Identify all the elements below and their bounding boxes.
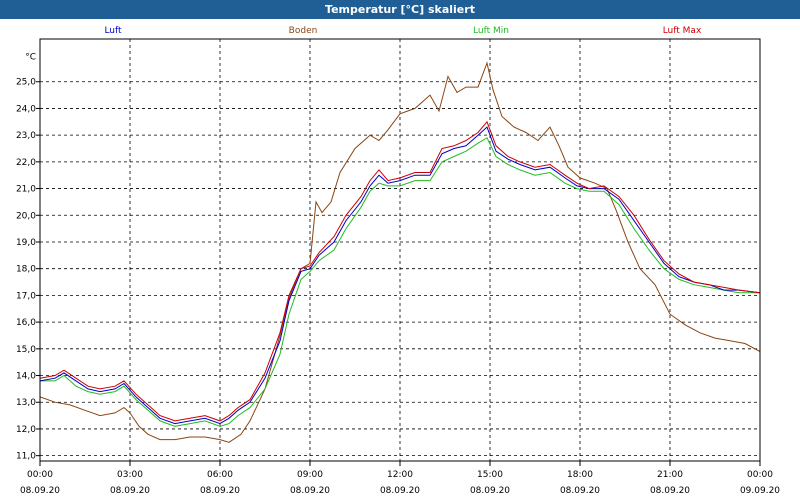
y-tick-label: 19,0 xyxy=(16,238,36,248)
x-tick-label-time: 06:00 xyxy=(207,470,233,480)
legend-item-boden: Boden xyxy=(289,26,318,36)
x-tick-label-time: 21:00 xyxy=(657,470,683,480)
x-tick-label-date: 08.09.20 xyxy=(20,486,60,496)
x-tick-label-date: 09.09.20 xyxy=(740,486,780,496)
x-tick-label-date: 08.09.20 xyxy=(110,486,150,496)
legend-item-luft: Luft xyxy=(104,26,122,36)
y-axis-label: °C xyxy=(25,52,36,62)
legend: Luft Boden Luft Min Luft Max xyxy=(104,26,702,36)
x-tick-label-time: 00:00 xyxy=(747,470,773,480)
y-tick-label: 13,0 xyxy=(16,398,36,408)
y-tick-label: 25,0 xyxy=(16,78,36,88)
x-tick-label-date: 08.09.20 xyxy=(290,486,330,496)
legend-item-luft-min: Luft Min xyxy=(473,26,509,36)
x-tick-label-date: 08.09.20 xyxy=(470,486,510,496)
x-tick-label-date: 08.09.20 xyxy=(560,486,600,496)
y-tick-label: 18,0 xyxy=(16,265,36,275)
y-tick-label: 24,0 xyxy=(16,104,36,114)
y-tick-label: 17,0 xyxy=(16,291,36,301)
temperature-chart: 11,0 12,0 13,0 14,0 15,0 16,0 17,0 18,0 19,0 20,0… xyxy=(16,26,780,496)
x-tick-label-time: 15:00 xyxy=(477,470,503,480)
x-tick-label-time: 03:00 xyxy=(117,470,143,480)
x-tick-label-time: 12:00 xyxy=(387,470,413,480)
y-tick-label: 20,0 xyxy=(16,211,36,221)
y-tick-label: 14,0 xyxy=(16,372,36,382)
x-tick-label-time: 00:00 xyxy=(27,470,53,480)
y-tick-label: 11,0 xyxy=(16,452,36,462)
x-tick-label-date: 08.09.20 xyxy=(650,486,690,496)
y-tick-label: 12,0 xyxy=(16,425,36,435)
axes: 11,0 12,0 13,0 14,0 15,0 16,0 17,0 18,0 19,0 20,0… xyxy=(16,38,780,496)
x-tick-label-time: 18:00 xyxy=(567,470,593,480)
grid-lines xyxy=(39,39,761,461)
y-tick-label: 16,0 xyxy=(16,318,36,328)
y-tick-label: 22,0 xyxy=(16,158,36,168)
y-tick-label: 15,0 xyxy=(16,345,36,355)
x-tick-label-time: 09:00 xyxy=(297,470,323,480)
y-tick-label: 21,0 xyxy=(16,185,36,195)
legend-item-luft-max: Luft Max xyxy=(663,26,702,36)
x-tick-label-date: 08.09.20 xyxy=(380,486,420,496)
chart-title: Temperatur [°C] skaliert xyxy=(0,0,800,19)
x-tick-label-date: 08.09.20 xyxy=(200,486,240,496)
y-tick-label: 23,0 xyxy=(16,131,36,141)
